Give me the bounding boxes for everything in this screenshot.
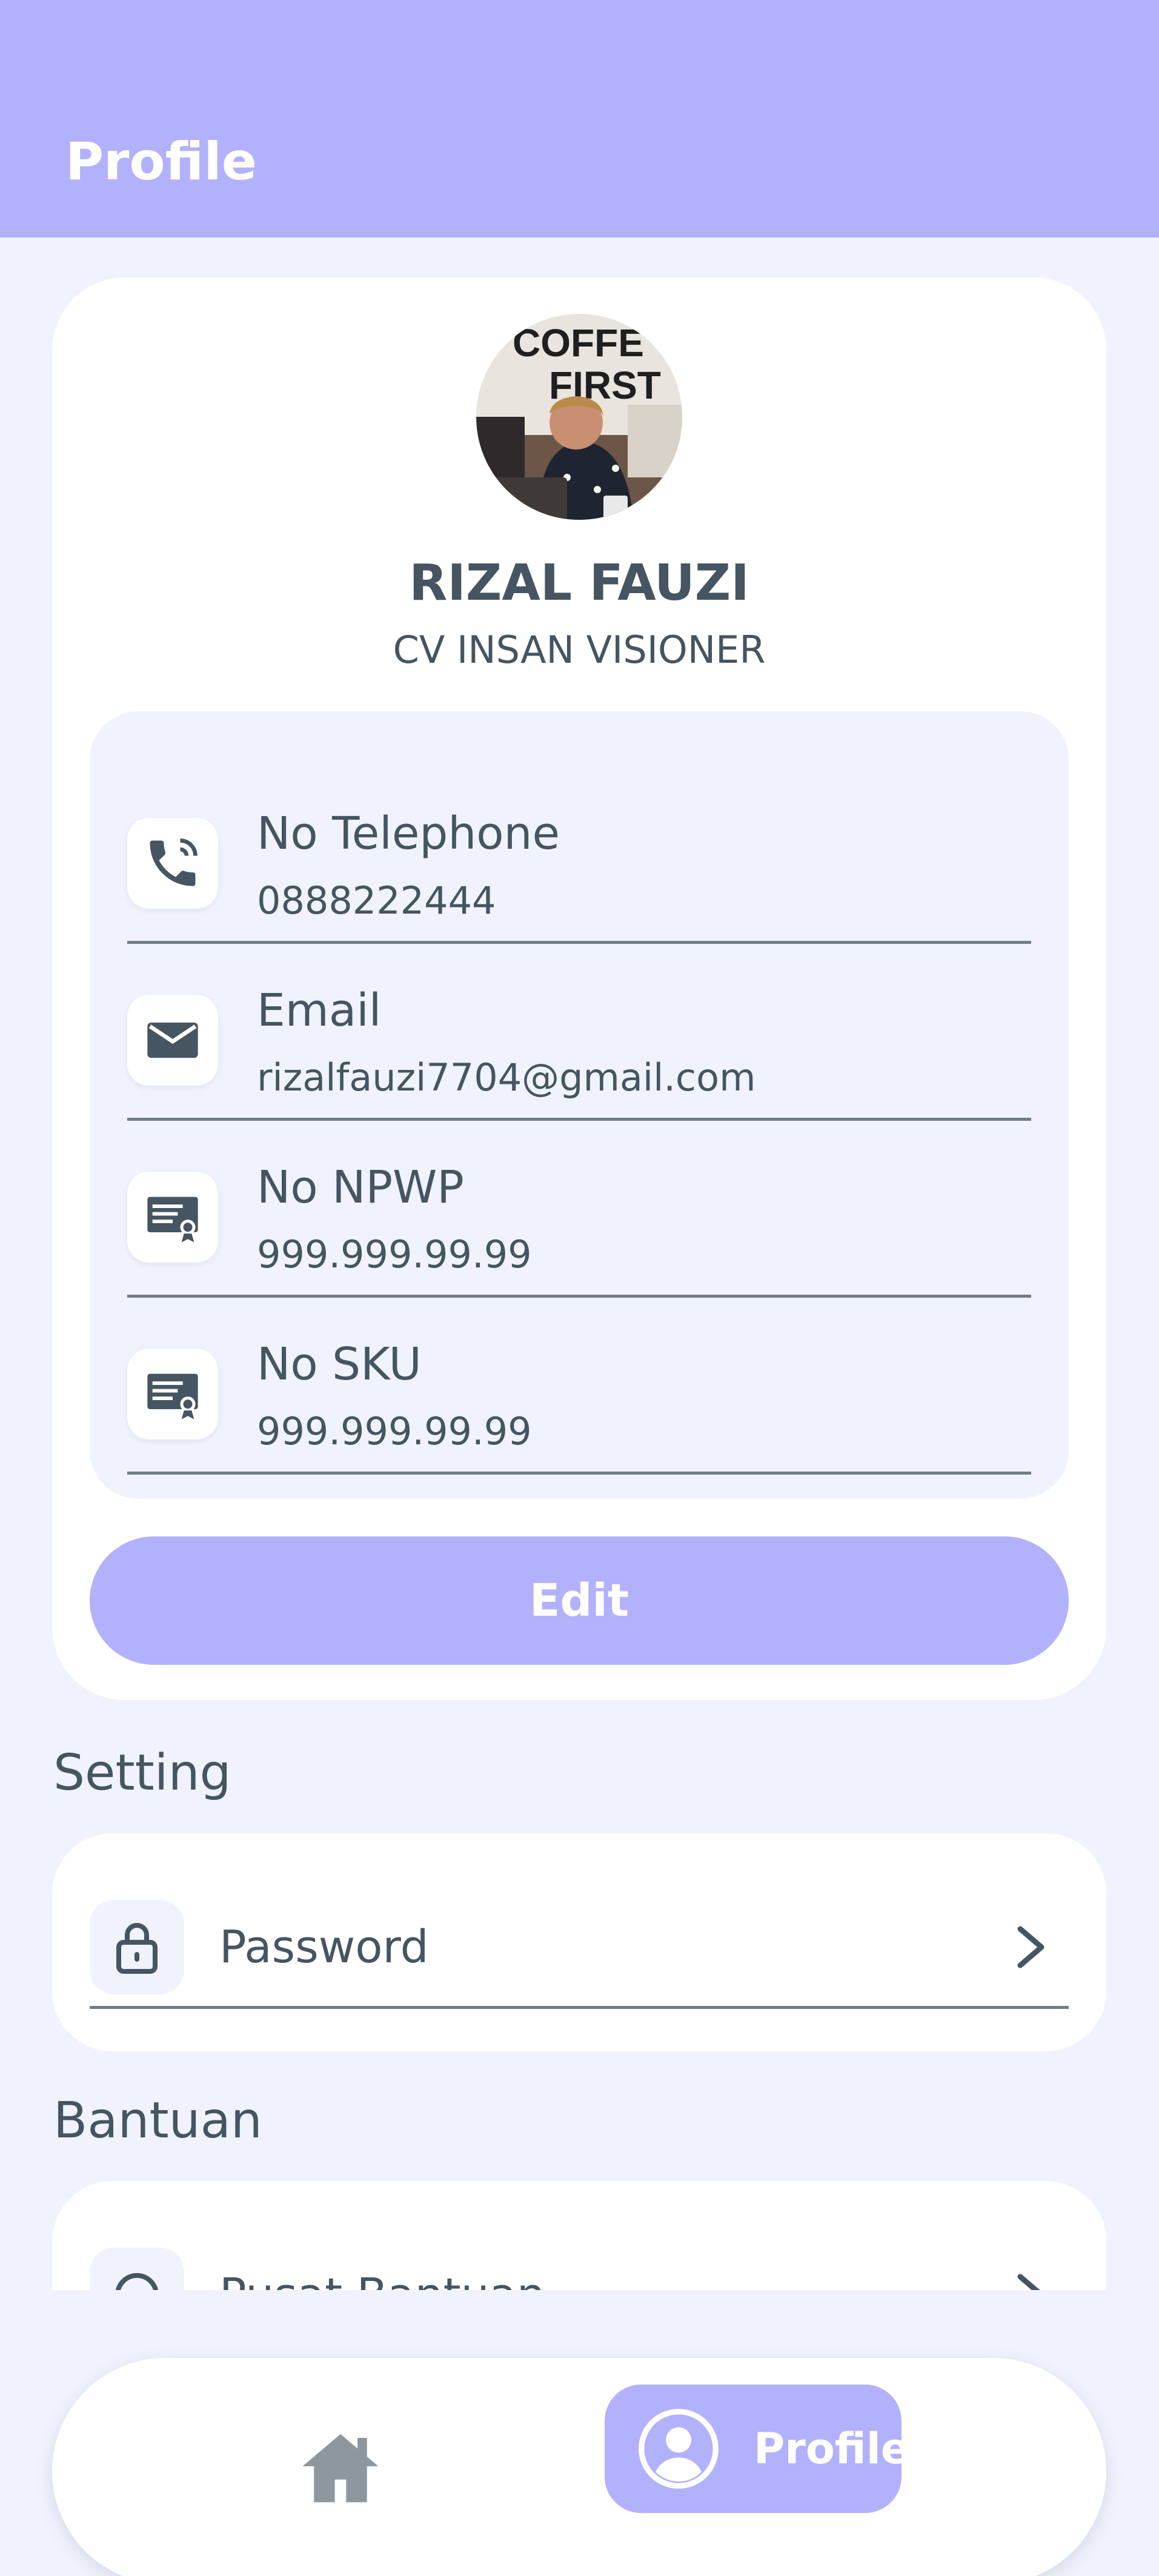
info-row-sku: No SKU 999.999.99.99 — [127, 1298, 1031, 1475]
nav-profile-button[interactable]: Profile — [605, 2385, 909, 2513]
info-label: Email — [257, 984, 382, 1037]
info-label: No Telephone — [257, 808, 560, 860]
info-row-telephone: No Telephone 0888222444 — [127, 767, 1031, 944]
edit-button[interactable]: Edit — [90, 1536, 1069, 1665]
chevron-right-icon — [1017, 1926, 1044, 1968]
bottom-nav: Profile — [52, 2358, 1106, 2576]
password-label: Password — [219, 1921, 429, 1973]
mail-icon — [127, 995, 218, 1086]
scroll-content[interactable]: COFFE FIRST RIZAL FAUZI CV INSAN VISIONE… — [0, 237, 1159, 2290]
bantuan-section-title: Bantuan — [53, 2092, 262, 2149]
user-circle-icon — [639, 2409, 719, 2489]
help-center-label: Pusat Bantuan — [219, 2265, 545, 2290]
app-header: Profile — [0, 0, 1159, 237]
setting-card: Password — [52, 1833, 1106, 2051]
info-value: 999.999.99.99 — [257, 1409, 532, 1453]
profile-name: RIZAL FAUZI — [409, 554, 749, 612]
headset-icon — [90, 2248, 184, 2290]
nav-home-button[interactable] — [274, 2402, 407, 2535]
password-item[interactable]: Password — [90, 1894, 1069, 2009]
certificate-icon — [127, 1172, 218, 1263]
home-icon — [302, 2434, 379, 2503]
avatar: COFFE FIRST — [476, 314, 682, 520]
phone-icon — [127, 818, 218, 909]
info-label: No NPWP — [257, 1161, 464, 1213]
info-value: 999.999.99.99 — [257, 1232, 532, 1276]
chevron-right-icon — [1017, 2274, 1040, 2290]
info-label: No SKU — [257, 1338, 422, 1390]
info-row-email: Email rizalfauzi7704@gmail.com — [127, 944, 1031, 1121]
setting-section-title: Setting — [53, 1744, 231, 1802]
profile-card: COFFE FIRST RIZAL FAUZI CV INSAN VISIONE… — [52, 277, 1106, 1700]
info-row-npwp: No NPWP 999.999.99.99 — [127, 1121, 1031, 1298]
info-value: rizalfauzi7704@gmail.com — [257, 1055, 756, 1100]
nav-profile-label: Profile — [754, 2424, 910, 2474]
info-value: 0888222444 — [257, 878, 496, 923]
contact-info-box: No Telephone 0888222444 Email rizalfauzi… — [90, 711, 1069, 1499]
certificate-icon — [127, 1349, 218, 1439]
lock-icon — [90, 1900, 184, 1994]
page-title: Profile — [65, 131, 257, 192]
help-center-item[interactable]: Pusat Bantuan — [90, 2242, 1069, 2290]
bantuan-card: Pusat Bantuan — [52, 2181, 1106, 2290]
profile-company: CV INSAN VISIONER — [393, 628, 766, 672]
avatar-sign-line-1: COFFE — [513, 321, 644, 365]
